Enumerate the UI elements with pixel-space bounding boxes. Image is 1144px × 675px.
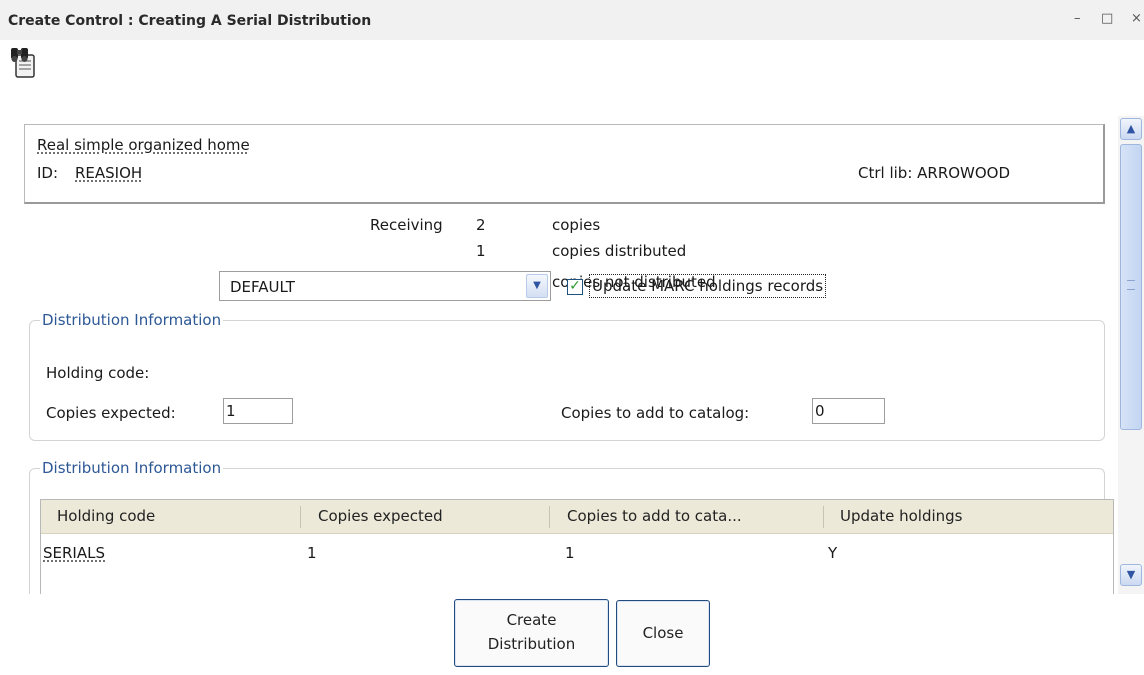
scrollbar-thumb[interactable]: [1120, 144, 1142, 430]
create-button-line1: Create: [506, 611, 557, 629]
column-header-copies-expected[interactable]: Copies expected: [318, 500, 443, 533]
copies-to-add-label: Copies to add to catalog:: [561, 404, 750, 422]
ctrl-lib: Ctrl lib: ARROWOOD: [858, 164, 1011, 182]
update-marc-label[interactable]: Update MARC holdings records: [589, 274, 827, 298]
cell-holding-code[interactable]: SERIALS: [43, 544, 105, 562]
record-title[interactable]: Real simple organized home: [37, 136, 250, 154]
create-button-line2: Distribution: [487, 635, 576, 653]
window-title: Create Control : Creating A Serial Distr…: [8, 13, 372, 29]
receiving-count: 2: [476, 216, 486, 234]
record-id-label: ID:: [37, 164, 59, 182]
maximize-button[interactable]: □: [1101, 11, 1113, 26]
close-button[interactable]: Close: [616, 600, 710, 667]
receiving-copies-label: copies: [552, 216, 601, 234]
record-header: Real simple organized home ID: REASIOH C…: [24, 124, 1105, 204]
binoculars-icon: [10, 45, 38, 81]
table-header: Holding code Copies expected Copies to a…: [41, 500, 1113, 534]
vertical-scrollbar[interactable]: ▲ ▼: [1118, 116, 1144, 594]
distributed-count: 1: [476, 242, 486, 260]
column-header-copies-to-add[interactable]: Copies to add to cata...: [567, 500, 742, 533]
distribution-table: Holding code Copies expected Copies to a…: [40, 499, 1114, 594]
chevron-down-icon[interactable]: ▼: [526, 274, 548, 298]
minimize-button[interactable]: –: [1074, 11, 1081, 26]
holding-code-select[interactable]: DEFAULT ▼: [219, 271, 551, 301]
copies-to-add-input[interactable]: 0: [812, 398, 885, 424]
update-marc-checkbox[interactable]: ✓: [567, 279, 583, 295]
copies-expected-label: Copies expected:: [46, 404, 176, 422]
cell-update-holdings: Y: [828, 544, 838, 562]
window-titlebar: Create Control : Creating A Serial Distr…: [0, 0, 1144, 40]
scroll-up-arrow-icon[interactable]: ▲: [1120, 118, 1142, 140]
record-id[interactable]: REASIOH: [75, 164, 142, 182]
column-header-holding-code[interactable]: Holding code: [57, 500, 155, 533]
copies-expected-input[interactable]: 1: [223, 398, 293, 424]
create-distribution-button[interactable]: Create Distribution: [454, 599, 609, 667]
receiving-label: Receiving: [370, 216, 443, 234]
distribution-form-legend: Distribution Information: [42, 311, 222, 329]
column-header-update-holdings[interactable]: Update holdings: [840, 500, 962, 533]
cell-copies-to-add: 1: [565, 544, 575, 562]
cell-copies-expected: 1: [307, 544, 317, 562]
close-window-button[interactable]: ×: [1131, 11, 1142, 26]
holding-code-value: DEFAULT: [230, 278, 295, 296]
distribution-table-legend: Distribution Information: [42, 459, 222, 477]
scroll-down-arrow-icon[interactable]: ▼: [1120, 564, 1142, 586]
holding-code-label: Holding code:: [46, 364, 150, 382]
main-content: Real simple organized home ID: REASIOH C…: [0, 84, 1118, 594]
distributed-label: copies distributed: [552, 242, 687, 260]
